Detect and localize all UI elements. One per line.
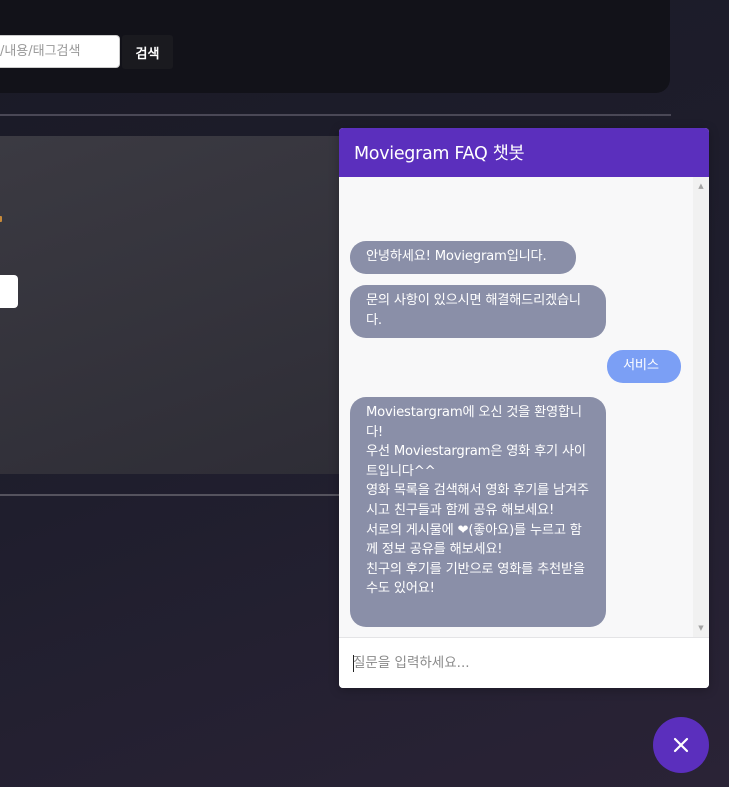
text-caret (353, 655, 354, 672)
content-panel (0, 136, 345, 474)
search-input[interactable] (0, 35, 120, 68)
panel-marker (0, 216, 2, 222)
scroll-up-arrow-icon[interactable]: ▲ (693, 179, 709, 193)
bot-message: 안녕하세요! Moviegram입니다. (350, 241, 576, 274)
chat-messages[interactable]: 안녕하세요! Moviegram입니다. 문의 사항이 있으시면 해결해드리겠습… (339, 177, 693, 637)
chatbot-window: Moviegram FAQ 챗봇 안녕하세요! Moviegram입니다. 문의… (339, 128, 709, 688)
chatbot-title: Moviegram FAQ 챗봇 (354, 144, 525, 164)
search-button[interactable]: 검색 (122, 35, 173, 69)
divider (0, 114, 671, 116)
chat-input-area (339, 637, 709, 688)
chatbot-close-button[interactable] (653, 717, 709, 773)
user-message: 서비스 (607, 350, 681, 383)
chat-scrollbar[interactable]: ▲ ▼ (693, 177, 709, 637)
close-icon (673, 737, 689, 753)
divider (0, 494, 340, 496)
bot-message: 문의 사항이 있으시면 해결해드리겠습니다. (350, 285, 606, 338)
scroll-down-arrow-icon[interactable]: ▼ (693, 621, 709, 635)
panel-input-field[interactable] (0, 275, 18, 308)
chatbot-header: Moviegram FAQ 챗봇 (339, 128, 709, 177)
chat-input[interactable] (353, 648, 693, 678)
bot-message: Moviestargram에 오신 것을 환영합니다! 우선 Moviestar… (350, 397, 606, 627)
